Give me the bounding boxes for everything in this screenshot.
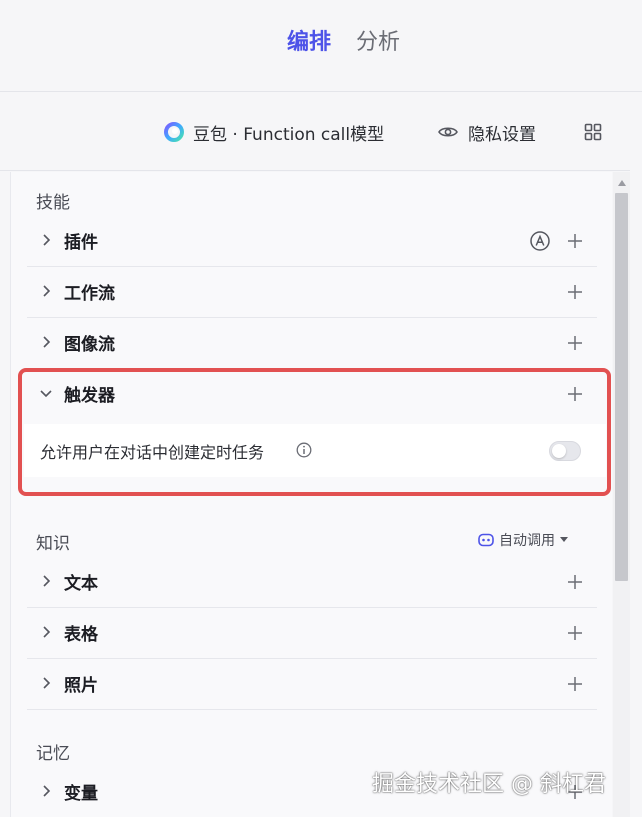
chevron-right-icon[interactable] [39, 335, 53, 349]
knowledge-row-text[interactable]: 文本 [27, 557, 597, 608]
privacy-label: 隐私设置 [468, 124, 536, 145]
chevron-right-icon[interactable] [39, 233, 53, 247]
chevron-right-icon[interactable] [39, 784, 53, 798]
doubao-logo-icon [164, 122, 184, 142]
skill-row-trigger[interactable]: 触发器 [27, 369, 597, 420]
knowledge-label-table: 表格 [64, 625, 98, 645]
tab-analysis[interactable]: 分析 [356, 28, 400, 58]
auto-call-dropdown[interactable]: 自动调用 [478, 530, 568, 550]
skill-label-trigger: 触发器 [64, 386, 115, 406]
skill-row-imageflow[interactable]: 图像流 [27, 318, 597, 369]
watermark-text: 掘金技术社区 @ 斜杠君 [372, 772, 606, 797]
trigger-toggle-switch[interactable] [549, 441, 581, 461]
privacy-settings-button[interactable]: 隐私设置 [438, 119, 536, 145]
chevron-down-icon[interactable] [39, 386, 53, 400]
knowledge-row-table[interactable]: 表格 [27, 608, 597, 659]
add-table-icon[interactable] [567, 625, 583, 641]
skill-row-plugins[interactable]: 插件 [27, 216, 597, 267]
add-workflow-icon[interactable] [567, 284, 583, 300]
caret-down-icon [560, 537, 568, 542]
chevron-right-icon[interactable] [39, 676, 53, 690]
add-trigger-icon[interactable] [567, 386, 583, 402]
add-plugin-icon[interactable] [567, 233, 583, 249]
trigger-allow-text: 允许用户在对话中创建定时任务 [40, 443, 265, 462]
auto-mode-icon[interactable] [529, 230, 551, 252]
knowledge-label-text: 文本 [64, 574, 98, 594]
add-imageflow-icon[interactable] [567, 335, 583, 351]
right-edge [630, 93, 642, 817]
skill-label-workflow: 工作流 [64, 284, 115, 304]
auto-call-label: 自动调用 [499, 533, 555, 549]
config-panel: 技能 插件 工作流 图像流 触发器 知识 文本 表格 照片 记忆 变量 [10, 172, 612, 817]
scroll-up-arrow-icon[interactable] [618, 180, 626, 186]
layout-grid-icon[interactable] [584, 123, 602, 141]
knowledge-label-photo: 照片 [64, 676, 98, 696]
trigger-option-row: 允许用户在对话中创建定时任务 [24, 424, 606, 477]
knowledge-row-photo[interactable]: 照片 [27, 659, 597, 710]
section-title-knowledge: 知识 [36, 534, 70, 554]
eye-icon [438, 127, 458, 137]
skill-row-workflow[interactable]: 工作流 [27, 267, 597, 318]
toggle-knob [552, 444, 566, 458]
memory-label-variables: 变量 [64, 784, 98, 804]
model-label: 豆包 · Function call模型 [193, 124, 385, 145]
chevron-right-icon[interactable] [39, 625, 53, 639]
model-toolbar: 豆包 · Function call模型 隐私设置 [0, 93, 642, 171]
section-title-skills: 技能 [36, 193, 70, 213]
scrollbar-thumb[interactable] [615, 193, 628, 581]
robot-icon [478, 533, 494, 547]
top-tab-bar: 编排 分析 [0, 0, 642, 92]
add-text-icon[interactable] [567, 574, 583, 590]
info-icon[interactable] [296, 442, 312, 458]
tab-edit[interactable]: 编排 [287, 28, 331, 58]
chevron-right-icon[interactable] [39, 284, 53, 298]
skill-label-imageflow: 图像流 [64, 335, 115, 355]
add-photo-icon[interactable] [567, 676, 583, 692]
section-title-memory: 记忆 [36, 744, 70, 764]
skill-label-plugins: 插件 [64, 233, 98, 253]
chevron-right-icon[interactable] [39, 574, 53, 588]
model-selector[interactable]: 豆包 · Function call模型 [164, 119, 384, 145]
